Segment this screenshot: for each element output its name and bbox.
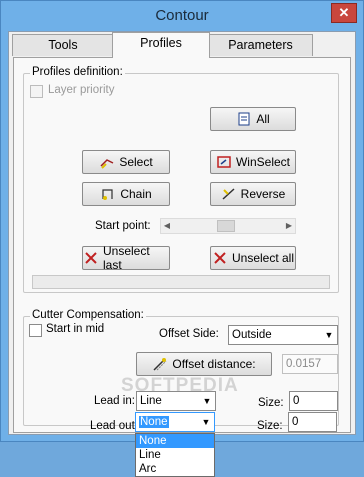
chain-label: Chain: [120, 187, 152, 201]
window-title: Contour: [155, 7, 209, 24]
layer-priority-label: Layer priority: [48, 84, 115, 96]
all-icon: [236, 111, 252, 127]
winselect-button[interactable]: WinSelect: [210, 150, 296, 174]
lead-out-option-none[interactable]: None: [136, 434, 214, 448]
all-button[interactable]: All: [210, 107, 296, 131]
progress-bar: [32, 275, 330, 289]
layer-priority-checkbox[interactable]: [30, 85, 43, 98]
slider-left-arrow[interactable]: ◀: [161, 219, 173, 233]
start-in-mid-label: Start in mid: [46, 323, 105, 335]
offset-distance-button[interactable]: Offset distance:: [136, 352, 272, 376]
slider-right-arrow[interactable]: ▶: [283, 219, 295, 233]
softpedia-watermark: SOFTPEDIA: [121, 375, 239, 396]
reverse-label: Reverse: [240, 187, 286, 201]
select-button[interactable]: Select: [82, 150, 170, 174]
all-label: All: [256, 112, 270, 126]
offset-distance-icon: [152, 356, 168, 372]
lead-in-size-field[interactable]: 0: [289, 391, 338, 411]
lead-out-option-line[interactable]: Line: [136, 448, 214, 462]
unselect-all-button[interactable]: Unselect all: [210, 246, 296, 270]
lead-out-dropdown-list: None Line Arc: [135, 433, 215, 477]
lead-out-size-label: Size:: [257, 420, 283, 432]
profiles-definition-label: Profiles definition:: [30, 66, 125, 78]
unselect-last-icon: [83, 250, 99, 266]
winselect-icon: [216, 154, 232, 170]
select-icon: [99, 154, 115, 170]
lead-out-value: None: [139, 416, 169, 428]
unselect-all-icon: [212, 250, 228, 266]
lead-out-option-arc[interactable]: Arc: [136, 462, 214, 476]
offset-side-select[interactable]: Outside ▼: [228, 325, 338, 345]
lead-out-select[interactable]: None ▼: [135, 412, 215, 432]
title-bar[interactable]: Contour ✕: [1, 1, 363, 31]
reverse-button[interactable]: Reverse: [210, 182, 296, 206]
reverse-icon: [221, 186, 237, 202]
tab-profiles[interactable]: Profiles: [112, 32, 210, 58]
chain-icon: [100, 186, 116, 202]
chevron-down-icon: ▼: [324, 330, 334, 340]
select-label: Select: [119, 155, 153, 169]
lead-out-label: Lead out:: [90, 420, 138, 432]
offset-distance-field[interactable]: 0.0157: [282, 354, 338, 374]
tab-tools[interactable]: Tools: [12, 34, 114, 56]
start-point-label: Start point:: [95, 220, 151, 232]
offset-side-value: Outside: [232, 329, 272, 341]
tab-parameters[interactable]: Parameters: [208, 34, 313, 56]
chevron-down-icon: ▼: [201, 417, 211, 427]
close-button[interactable]: ✕: [331, 3, 357, 23]
cutter-compensation-group: Cutter Compensation: Start in mid Offset…: [23, 309, 339, 426]
close-icon: ✕: [338, 5, 350, 20]
offset-distance-label: Offset distance:: [172, 357, 256, 371]
chain-button[interactable]: Chain: [82, 182, 170, 206]
slider-thumb[interactable]: [217, 220, 235, 232]
lead-out-size-field[interactable]: 0: [288, 412, 337, 432]
start-point-slider[interactable]: ◀ ▶: [160, 218, 296, 234]
winselect-label: WinSelect: [235, 155, 291, 169]
start-in-mid-checkbox[interactable]: [29, 324, 42, 337]
unselect-all-label: Unselect all: [231, 251, 295, 265]
contour-window: Contour ✕ Tools Profiles Parameters Prof…: [0, 0, 364, 477]
lead-in-size-label: Size:: [258, 397, 284, 409]
profiles-definition-group: Profiles definition: Layer priority All …: [23, 66, 339, 293]
unselect-last-label: Unselect last: [103, 244, 150, 272]
offset-side-label: Offset Side:: [159, 328, 219, 340]
unselect-last-button[interactable]: Unselect last: [82, 244, 170, 272]
cutter-compensation-label: Cutter Compensation:: [30, 309, 146, 321]
